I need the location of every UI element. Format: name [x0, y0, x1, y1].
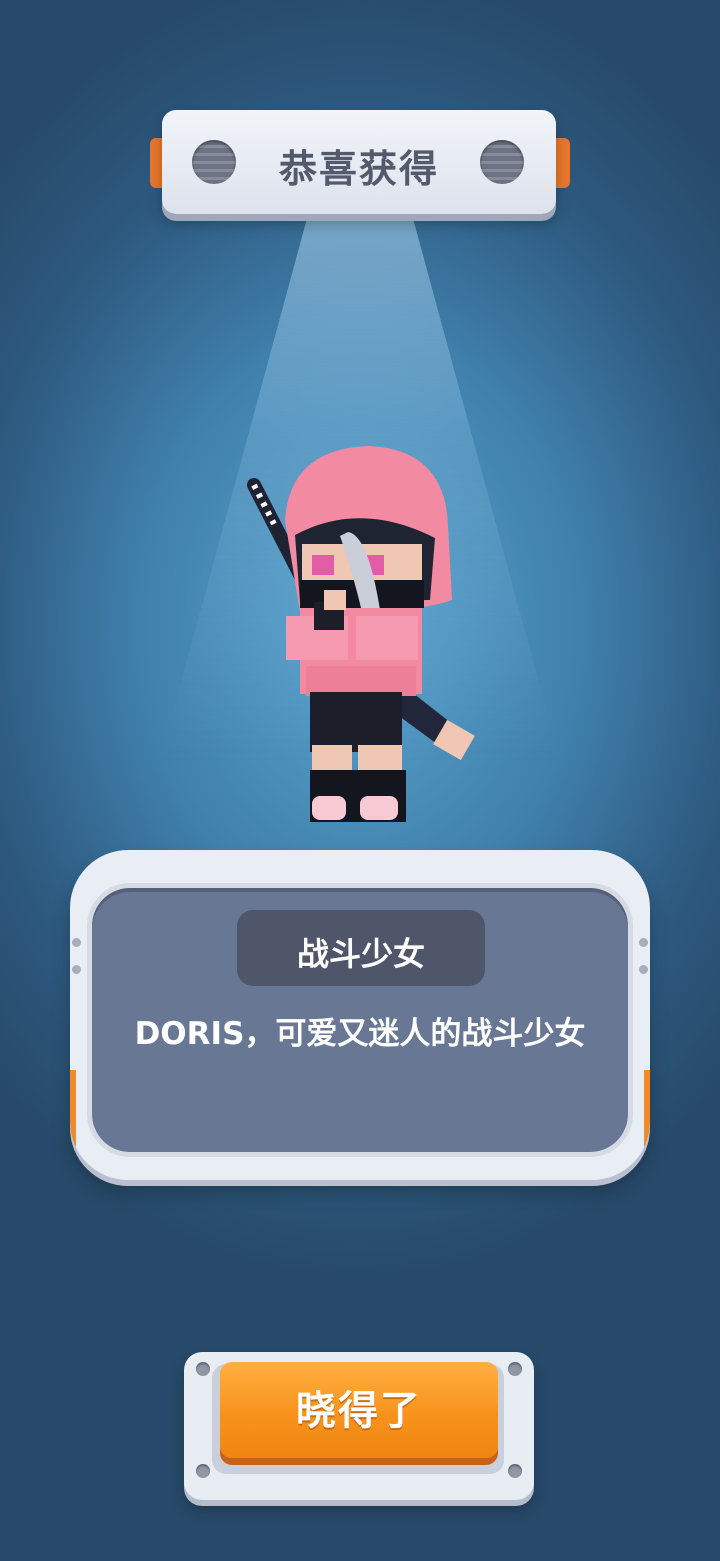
screw-icon: [508, 1362, 522, 1376]
screw-icon: [196, 1362, 210, 1376]
character-name-badge: 战斗少女: [237, 910, 485, 986]
screw-icon: [196, 1464, 210, 1478]
rivet-icon: [72, 938, 81, 947]
character-description: DORIS，可爱又迷人的战斗少女: [134, 1016, 586, 1052]
bolt-icon: [480, 140, 524, 184]
rivet-icon: [639, 938, 648, 947]
confirm-button-label: 晓得了: [296, 1389, 422, 1433]
screw-icon: [508, 1464, 522, 1478]
character-name: 战斗少女: [296, 935, 425, 973]
panel-screen: 战斗少女 DORIS，可爱又迷人的战斗少女: [92, 888, 628, 1152]
rivet-icon: [72, 965, 81, 974]
confirm-button[interactable]: 晓得了: [220, 1362, 498, 1458]
character-info-panel: 战斗少女 DORIS，可爱又迷人的战斗少女: [70, 850, 650, 1180]
confirm-button-frame: 晓得了: [184, 1352, 534, 1500]
rivet-icon: [639, 965, 648, 974]
character-model: [240, 440, 480, 830]
title-banner: 恭喜获得: [162, 110, 556, 214]
